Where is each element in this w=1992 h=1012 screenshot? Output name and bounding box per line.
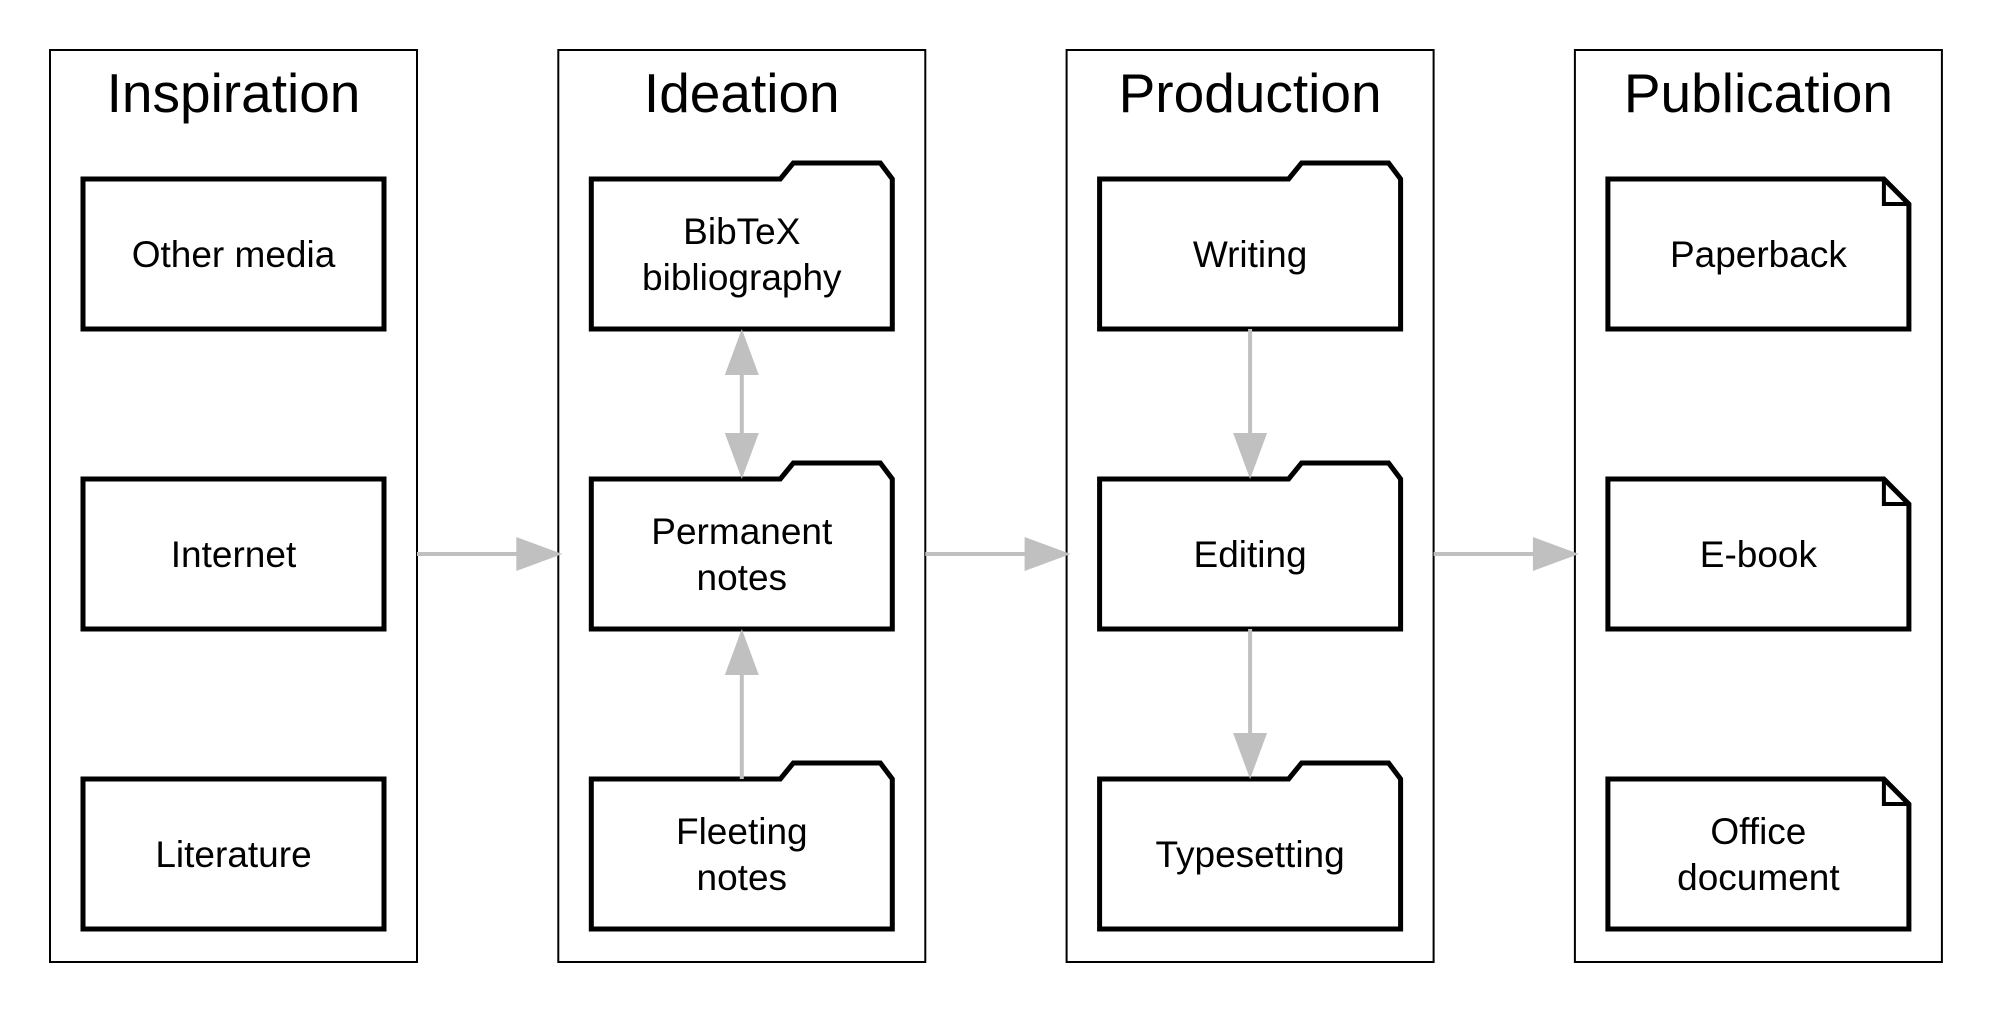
node-other-media[interactable]: Other media [80,176,387,332]
edge-production-to-publication [1433,537,1579,571]
arrowhead [1532,537,1579,571]
column-production: Production Writing Editing Typesetting [1065,49,1435,963]
node-fleeting-notes[interactable]: Fleeting notes [588,760,895,932]
column-title: Ideation [644,62,840,124]
node-internet[interactable]: Internet [80,476,387,632]
note-shape [1605,776,1912,932]
arrowhead [1024,537,1071,571]
node-writing[interactable]: Writing [1097,160,1404,332]
node-label: BibTeX [683,211,800,252]
column-ideation: Ideation BibTeX bibliography Permanent notes… [557,49,927,963]
arrowhead [516,537,563,571]
node-typesetting[interactable]: Typesetting [1097,760,1404,932]
node-label: Literature [155,834,311,875]
workflow-diagram: Inspiration Other media Internet Literature… [49,49,1943,963]
edge-inspiration-to-ideation [417,537,563,571]
node-label: Internet [171,534,297,575]
column-title: Publication [1624,62,1893,124]
node-permanent-notes[interactable]: Permanent notes [588,460,895,632]
node-office-document[interactable]: Office document [1605,776,1912,932]
node-label: Writing [1193,234,1307,275]
node-label: Permanent [651,511,833,552]
node-label: Fleeting [676,811,808,852]
node-label: Editing [1194,534,1307,575]
node-label: E-book [1700,534,1818,575]
node-label: Typesetting [1155,834,1344,875]
node-label: document [1677,857,1840,898]
node-label: notes [697,857,788,898]
node-editing[interactable]: Editing [1097,460,1404,632]
node-label: Office [1710,811,1806,852]
column-title: Inspiration [107,62,361,124]
node-paperback[interactable]: Paperback [1605,176,1912,332]
node-bibtex-bibliography[interactable]: BibTeX bibliography [588,160,895,332]
node-label: bibliography [642,257,842,298]
columns-layer: Inspiration Other media Internet Literature… [49,49,1943,963]
edge-ideation-to-production [925,537,1071,571]
node-e-book[interactable]: E-book [1605,476,1912,632]
column-publication: Publication Paperback E-book Office document [1573,49,1943,963]
node-literature[interactable]: Literature [80,776,387,932]
node-label: Other media [132,234,336,275]
column-title: Production [1119,62,1382,124]
node-label: notes [697,557,788,598]
node-label: Paperback [1670,234,1847,275]
column-inspiration: Inspiration Other media Internet Literature [49,49,418,963]
